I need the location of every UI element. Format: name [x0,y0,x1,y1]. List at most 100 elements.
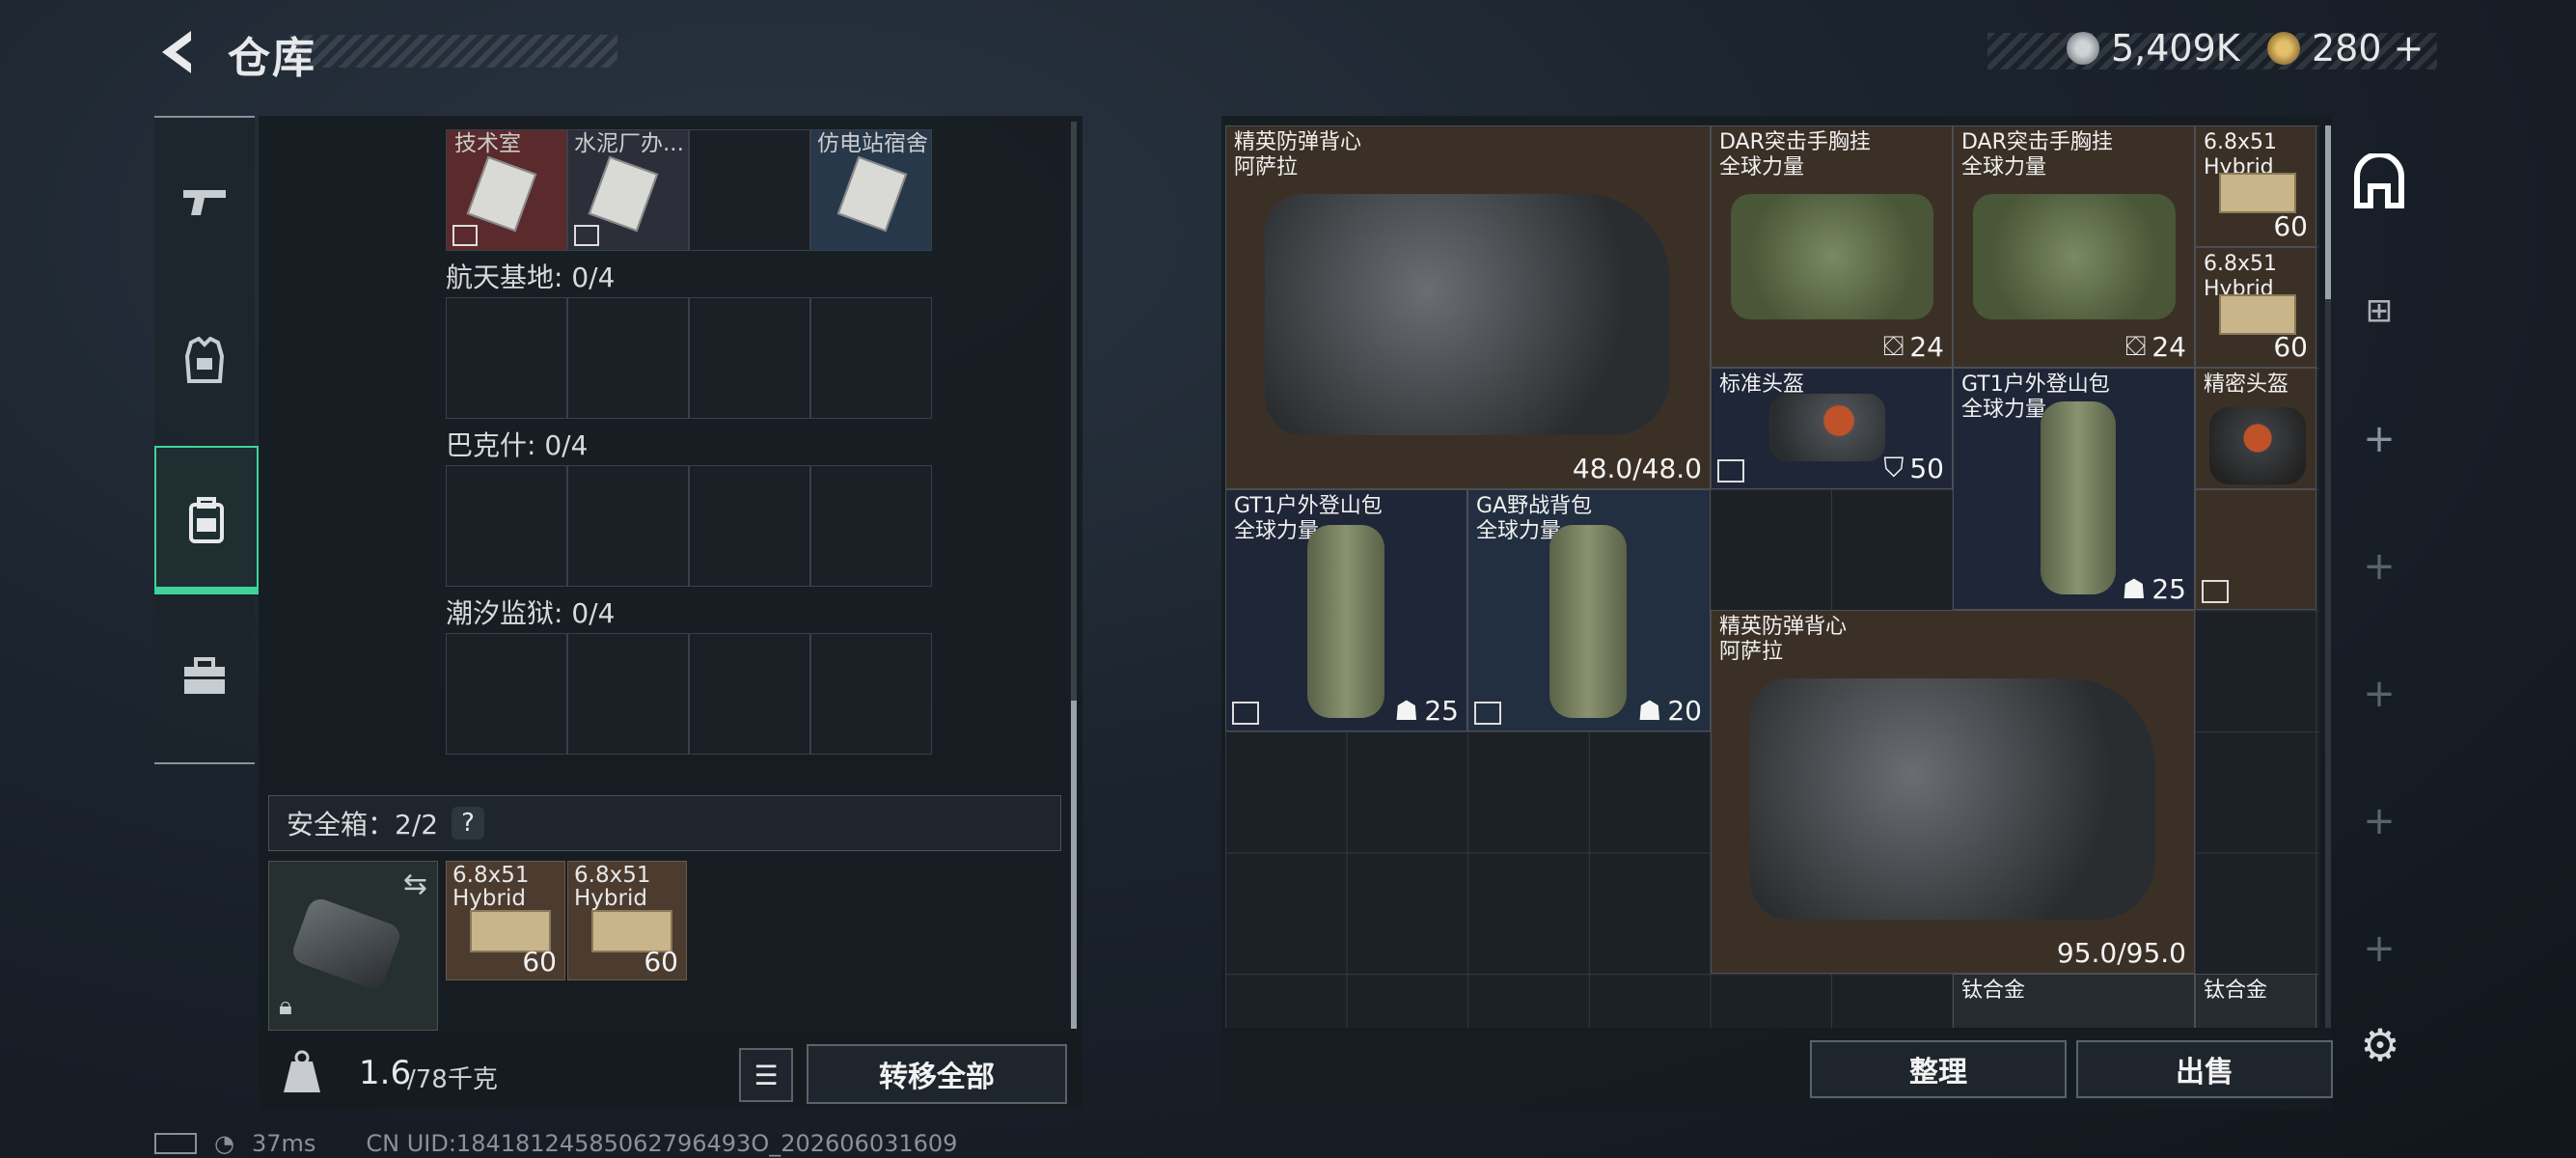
ping: 37ms [251,1130,316,1157]
key-slot-empty[interactable] [446,297,567,419]
currency-2[interactable]: 280 + [2267,27,2424,69]
uid: CN UID:18418124585062796493O_20260603160… [366,1130,958,1157]
stash-item-backpack[interactable]: GT1户外登山包 全球力量 ☗ 25 [1953,368,2195,610]
key-slot-empty[interactable] [689,465,810,587]
weight-max: /78千克 [407,1065,498,1094]
backpack-image [1549,525,1627,718]
keycard-image [466,155,537,233]
add-currency-button[interactable]: + [2394,27,2425,69]
add-stash-page[interactable]: + [2339,926,2420,971]
kg-icon [280,1050,324,1094]
key-slot-empty[interactable] [567,633,689,755]
tab-backpack[interactable] [154,446,259,594]
scrollbar-thumb[interactable] [1071,701,1077,1029]
tab-gear[interactable] [154,288,255,432]
tab-toolbox[interactable] [154,604,255,749]
safe-box-label: 安全箱：2/2 [287,809,439,841]
key-slot[interactable]: 仿电站宿舍 [810,129,932,251]
sell-button[interactable]: 出售 [2076,1040,2333,1098]
title-stripe [289,35,617,68]
key-slot-empty[interactable] [446,465,567,587]
stash-item-chest-rig[interactable]: DAR突击手胸挂 全球力量 ⛋ 24 [1711,125,1953,368]
key-slot-empty[interactable] [567,465,689,587]
key-slot-empty[interactable] [689,633,810,755]
add-stash-page[interactable]: + [2339,799,2420,843]
no-trade-icon [574,225,599,246]
wifi-icon: ◔ [214,1130,234,1157]
stash-item-ammo[interactable]: 6.8x51 Hybrid 60 [2195,125,2316,247]
backpack-image [2041,401,2116,594]
stash-item-ammo[interactable]: 6.8x51 Hybrid 60 [2195,247,2316,368]
sort-button[interactable]: 整理 [1810,1040,2067,1098]
stash-item-titanium[interactable]: 钛合金 [1953,974,2195,1028]
stash-item-armor[interactable]: 精英防弹背心 阿萨拉 48.0/48.0 [1225,125,1711,489]
key-slot-empty[interactable] [446,633,567,755]
helmet-image [2209,407,2306,484]
scrollbar-thumb[interactable] [2325,125,2331,299]
armor-vest-image [1750,678,2155,920]
status-bar: ◔ 37ms CN UID:18418124585062796493O_2026… [154,1129,957,1158]
currency-1: 5,409K [2067,27,2240,69]
key-slot-empty[interactable] [689,297,810,419]
inventory-panel: 技术室 水泥厂办... 仿电站宿舍 航天基地: 0/4 巴克什: 0/4 潮汐监… [259,116,1082,1110]
scrollbar[interactable] [1071,122,1077,1029]
key-slot[interactable]: 技术室 [446,129,567,251]
stash-item-armor[interactable]: 精英防弹背心 阿萨拉 95.0/95.0 [1711,610,2195,974]
battery-icon [154,1133,197,1154]
armor-icon [184,337,225,383]
chest-rig-image [1973,194,2176,319]
add-page-button[interactable]: ⊞ [2348,280,2410,342]
stash-item-armor-extension[interactable] [2195,489,2316,610]
backpack-icon [189,497,224,543]
list-view-button[interactable]: ☰ [739,1048,793,1102]
capacity-icon: ☗ [1637,695,1662,727]
help-button[interactable]: ? [452,807,485,840]
currency-2-value: 280 [2312,27,2382,69]
swap-icon[interactable]: ⇆ [403,868,427,901]
stash-scrollbar[interactable] [2325,125,2331,1028]
stash-item-backpack[interactable]: GT1户外登山包 全球力量 ☗ 25 [1225,489,1467,731]
ammo-box-image [2219,173,2296,213]
add-stash-page[interactable]: + [2339,672,2420,716]
stash-item-titanium[interactable]: 钛合金 [2195,974,2316,1028]
safe-box-item[interactable]: 6.8x51 Hybrid 60 [446,861,565,980]
keycard-image [588,155,659,233]
key-slot[interactable]: 水泥厂办... [567,129,689,251]
home-vault-icon [2354,153,2404,208]
key-group-label: 航天基地: 0/4 [446,262,616,293]
key-slot-empty[interactable] [567,297,689,419]
add-stash-page[interactable]: + [2339,544,2420,589]
currency-1-value: 5,409K [2111,27,2240,69]
no-trade-icon [1717,459,1744,482]
settings-button[interactable]: ⚙ [2356,1021,2404,1069]
shield-icon: ⛉ [1883,452,1905,483]
transfer-all-button[interactable]: 转移全部 [807,1044,1067,1104]
safe-case-image [289,896,403,992]
stash-item-helmet[interactable]: 精密头盔 [2195,368,2316,489]
key-slot-empty[interactable] [810,297,932,419]
stash-item-backpack[interactable]: GA野战背包 全球力量 ☗ 20 [1467,489,1711,731]
safe-box-item[interactable]: 6.8x51 Hybrid 60 [567,861,687,980]
add-stash-page[interactable]: + [2339,417,2420,461]
stash-home-button[interactable] [2348,151,2410,212]
key-slot-empty[interactable] [810,465,932,587]
lock-icon: 🔒︎ [279,992,292,1021]
triangle-coin-icon [2267,32,2300,65]
key-slot-empty[interactable] [810,633,932,755]
category-tabbar [154,116,259,764]
key-group-slots [446,465,932,587]
key-group-slots [446,633,932,755]
chest-rig-image [1731,194,1933,319]
key-group-label: 巴克什: 0/4 [446,429,589,461]
stash-item-helmet[interactable]: 标准头盔 ⛉ 50 [1711,368,1953,489]
stash-item-chest-rig[interactable]: DAR突击手胸挂 全球力量 ⛋ 24 [1953,125,2195,368]
pistol-icon [183,190,226,215]
capacity-icon: ⛋ [2125,330,2147,362]
safe-box-header: 安全箱：2/2 ? [268,795,1061,851]
back-button[interactable] [152,25,206,79]
keycard-image [836,155,908,233]
safe-box-case[interactable]: ⇆ 🔒︎ [268,861,438,1031]
key-group-label: 潮汐监狱: 0/4 [446,597,616,629]
key-slot-empty[interactable] [689,129,810,251]
tab-weapons[interactable] [154,129,255,274]
